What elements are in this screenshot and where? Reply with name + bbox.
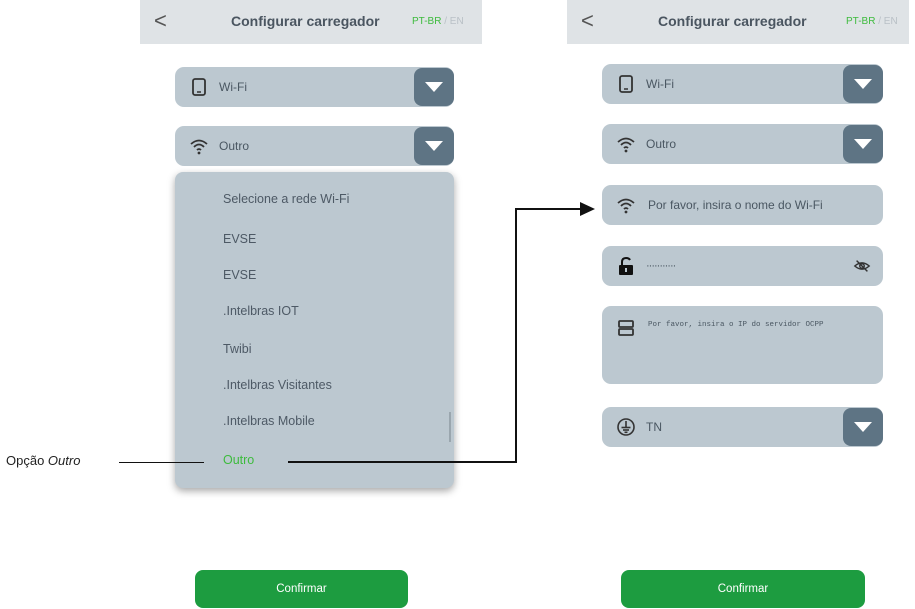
- lang-ptbr[interactable]: PT-BR: [412, 16, 441, 27]
- network-option[interactable]: .Intelbras IOT: [223, 304, 299, 318]
- connector-line: [515, 208, 583, 210]
- network-value: Outro: [646, 137, 677, 151]
- arrow-head-icon: [580, 202, 595, 216]
- lang-ptbr[interactable]: PT-BR: [846, 16, 875, 27]
- network-dropdown-menu: Selecione a rede Wi-Fi EVSE EVSE .Intelb…: [175, 172, 454, 488]
- password-value: ···········: [646, 260, 676, 272]
- server-icon: [618, 320, 634, 336]
- callout-line: [119, 462, 204, 463]
- grounding-value: TN: [646, 420, 662, 434]
- language-switch[interactable]: PT-BR / EN: [846, 16, 898, 27]
- menu-scrollbar[interactable]: [449, 412, 451, 442]
- connection-type-select[interactable]: Wi-Fi: [602, 64, 883, 104]
- phone-icon: [192, 78, 206, 96]
- wifi-icon: [617, 198, 635, 214]
- eye-off-icon[interactable]: [853, 257, 871, 275]
- password-input[interactable]: ···········: [602, 246, 883, 286]
- ground-icon: [617, 418, 635, 436]
- connector-line: [515, 208, 517, 463]
- language-switch[interactable]: PT-BR / EN: [412, 16, 464, 27]
- right-header: < Configurar carregador PT-BR / EN: [567, 0, 909, 44]
- chevron-down-icon[interactable]: [843, 65, 883, 103]
- phone-icon: [619, 75, 633, 93]
- connection-type-select[interactable]: Wi-Fi: [175, 67, 454, 107]
- wifi-name-placeholder: Por favor, insira o nome do Wi-Fi: [648, 198, 823, 212]
- lock-icon: [619, 256, 633, 275]
- wifi-icon: [190, 139, 208, 155]
- page-title: Configurar carregador: [231, 13, 380, 29]
- wifi-icon: [617, 137, 635, 153]
- lang-en[interactable]: EN: [450, 16, 464, 27]
- confirm-button[interactable]: Confirmar: [195, 570, 408, 608]
- connector-line: [288, 461, 516, 463]
- chevron-down-icon[interactable]: [414, 68, 454, 106]
- lang-separator: /: [444, 16, 448, 27]
- connection-type-value: Wi-Fi: [646, 77, 674, 91]
- server-ip-input[interactable]: Por favor, insira o IP do servidor OCPP: [602, 306, 883, 384]
- wifi-name-input[interactable]: Por favor, insira o nome do Wi-Fi: [602, 185, 883, 225]
- network-option[interactable]: .Intelbras Visitantes: [223, 378, 332, 392]
- network-option[interactable]: Twibi: [223, 342, 251, 356]
- network-select[interactable]: Outro: [175, 126, 454, 166]
- network-select[interactable]: Outro: [602, 124, 883, 164]
- lang-separator: /: [878, 16, 882, 27]
- chevron-down-icon[interactable]: [414, 127, 454, 165]
- network-option[interactable]: .Intelbras Mobile: [223, 414, 315, 428]
- network-option-selected[interactable]: Outro: [223, 453, 254, 467]
- callout-label-emphasis: Outro: [47, 453, 81, 468]
- network-value: Outro: [219, 139, 250, 153]
- confirm-button[interactable]: Confirmar: [621, 570, 865, 608]
- network-option[interactable]: EVSE: [223, 268, 256, 282]
- lang-en[interactable]: EN: [884, 16, 898, 27]
- back-button[interactable]: <: [154, 8, 167, 34]
- left-header: < Configurar carregador PT-BR / EN: [140, 0, 482, 44]
- connection-type-value: Wi-Fi: [219, 80, 247, 94]
- grounding-select[interactable]: TN: [602, 407, 883, 447]
- callout-label: Opção Outro: [6, 453, 80, 468]
- page-title: Configurar carregador: [658, 13, 807, 29]
- callout-label-prefix: Opção: [6, 453, 48, 468]
- network-option[interactable]: EVSE: [223, 232, 256, 246]
- chevron-down-icon[interactable]: [843, 125, 883, 163]
- server-ip-placeholder: Por favor, insira o IP do servidor OCPP: [648, 321, 824, 329]
- chevron-down-icon[interactable]: [843, 408, 883, 446]
- network-option[interactable]: Selecione a rede Wi-Fi: [223, 192, 349, 206]
- back-button[interactable]: <: [581, 8, 594, 34]
